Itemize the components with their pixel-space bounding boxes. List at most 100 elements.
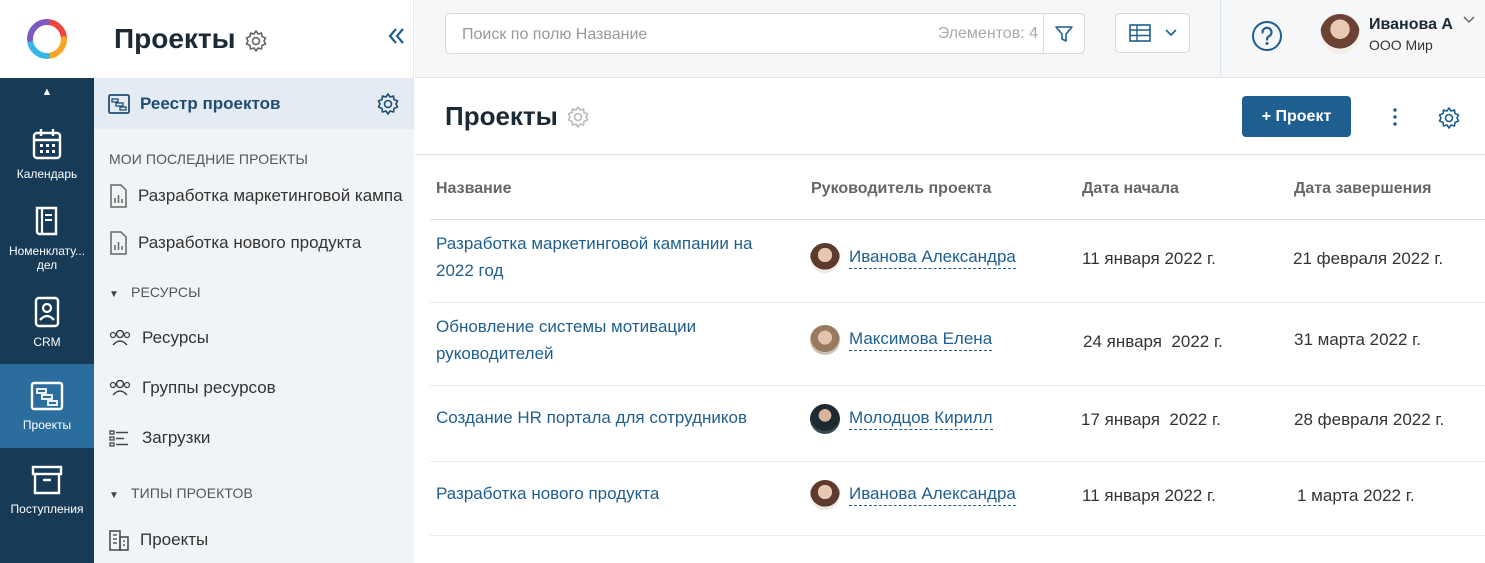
sidebar-item-label: Ресурсы xyxy=(142,328,210,347)
project-types-header[interactable]: ▼ ТИПЫ ПРОЕКТОВ xyxy=(109,485,253,501)
table-row[interactable]: Разработка нового продукта Иванова Алекс… xyxy=(430,462,1485,536)
recent-project-link[interactable]: Разработка маркетинговой кампа xyxy=(108,184,403,208)
sidebar-item-registry[interactable]: Реестр проектов xyxy=(94,78,414,129)
view-mode-button[interactable] xyxy=(1115,13,1190,53)
app-logo[interactable] xyxy=(0,0,94,78)
manager-link[interactable]: Молодцов Кирилл xyxy=(849,408,993,430)
filter-icon xyxy=(1055,25,1073,42)
collapse-panel-button[interactable] xyxy=(381,20,413,52)
manager-link[interactable]: Максимова Елена xyxy=(849,329,993,351)
project-name-link[interactable]: Создание HR портала для сотрудников xyxy=(436,404,776,431)
side-panel: Проекты Реестр проектов МОИ ПОСЛЕДНИЕ ПР… xyxy=(94,0,414,563)
project-types-header-label: ТИПЫ ПРОЕКТОВ xyxy=(131,485,253,501)
column-header-end[interactable]: Дата завершения xyxy=(1294,180,1431,198)
gear-icon[interactable] xyxy=(244,29,268,53)
sidebar-item-resource-groups[interactable]: Группы ресурсов xyxy=(108,378,276,398)
manager-link[interactable]: Иванова Александра xyxy=(849,247,1016,269)
rail-scroll-up-icon[interactable]: ▲ xyxy=(0,86,94,98)
registry-label: Реестр проектов xyxy=(140,93,281,113)
resources-header[interactable]: ▼ РЕСУРСЫ xyxy=(109,284,201,300)
side-title: Проекты xyxy=(114,23,236,54)
sidebar-item-workload[interactable]: Загрузки xyxy=(108,428,210,448)
start-date: 24 января 2022 г. xyxy=(1083,332,1223,351)
rail-item-nomenclature[interactable]: Номенклату... дел xyxy=(0,196,94,280)
registry-settings-icon[interactable] xyxy=(376,92,400,116)
sidebar-item-project-type[interactable]: Проекты xyxy=(108,529,208,551)
book-icon xyxy=(35,206,58,236)
rail-item-label: CRM xyxy=(33,335,61,349)
project-name-link[interactable]: Обновление системы мотивации руководител… xyxy=(436,313,776,367)
table-row[interactable]: Разработка маркетинговой кампании на 202… xyxy=(430,220,1485,303)
report-file-icon xyxy=(110,231,127,255)
crm-icon xyxy=(34,296,60,328)
avatar xyxy=(810,325,840,355)
building-icon xyxy=(109,530,129,551)
search-input[interactable]: Поиск по полю Название xyxy=(462,26,647,44)
recent-project-link[interactable]: Разработка нового продукта xyxy=(108,231,361,255)
project-name-link[interactable]: Разработка нового продукта xyxy=(436,480,776,507)
project-name-link[interactable]: Разработка маркетинговой кампании на 202… xyxy=(436,230,776,284)
avatar xyxy=(1320,14,1360,54)
report-file-icon xyxy=(110,184,127,208)
table-view-icon xyxy=(1128,24,1151,42)
column-header-name[interactable]: Название xyxy=(436,180,512,198)
user-name: Иванова А xyxy=(1369,15,1453,33)
help-icon[interactable] xyxy=(1251,20,1283,52)
workload-icon xyxy=(109,430,128,447)
recent-project-label: Разработка нового продукта xyxy=(138,233,362,252)
gear-icon[interactable] xyxy=(566,105,590,129)
recent-project-label: Разработка маркетинговой кампа xyxy=(138,186,403,205)
rail-item-crm[interactable]: CRM xyxy=(0,280,94,364)
more-vertical-icon[interactable] xyxy=(1387,106,1403,128)
avatar xyxy=(810,480,840,510)
recent-projects-header: МОИ ПОСЛЕДНИЕ ПРОЕКТЫ xyxy=(109,151,309,167)
manager-link[interactable]: Иванова Александра xyxy=(849,484,1016,506)
calendar-icon xyxy=(32,129,62,160)
search-field[interactable]: Поиск по полю Название Элементов: 4 xyxy=(445,13,1085,54)
rail-item-projects[interactable]: Проекты xyxy=(0,364,94,448)
rail-item-incoming[interactable]: Поступления xyxy=(0,448,94,532)
column-header-start[interactable]: Дата начала xyxy=(1082,180,1179,198)
user-org: ООО Мир xyxy=(1369,36,1433,53)
registry-icon xyxy=(108,93,130,114)
caret-down-icon: ▼ xyxy=(109,289,119,300)
main-header: Проекты + Проект xyxy=(415,79,1485,155)
end-date: 21 февраля 2022 г. xyxy=(1293,249,1444,268)
table-row[interactable]: Обновление системы мотивации руководител… xyxy=(430,303,1485,386)
rail-item-label: Поступления xyxy=(10,502,84,516)
table-row[interactable]: Создание HR портала для сотрудников Моло… xyxy=(430,386,1485,462)
end-date: 31 марта 2022 г. xyxy=(1294,330,1422,349)
rail-item-label: Проекты xyxy=(22,418,72,432)
sidebar-item-label: Загрузки xyxy=(142,428,211,447)
rail-item-label: Календарь xyxy=(16,167,78,181)
items-count: Элементов: 4 xyxy=(937,25,1038,42)
archive-icon xyxy=(31,465,63,495)
projects-icon xyxy=(30,381,64,411)
filter-button[interactable] xyxy=(1043,14,1084,53)
sidebar-item-label: Группы ресурсов xyxy=(142,378,276,397)
logo-icon xyxy=(27,19,67,59)
double-chevron-left-icon xyxy=(388,28,404,44)
sidebar-item-resources[interactable]: Ресурсы xyxy=(108,328,209,348)
add-project-button[interactable]: + Проект xyxy=(1242,96,1351,137)
end-date: 28 февраля 2022 г. xyxy=(1294,410,1445,429)
people-icon xyxy=(109,329,131,346)
settings-icon[interactable] xyxy=(1437,106,1461,130)
avatar xyxy=(810,243,840,273)
page-title: Проекты xyxy=(445,101,558,131)
start-date: 17 января 2022 г. xyxy=(1081,410,1221,429)
column-header-manager[interactable]: Руководитель проекта xyxy=(811,180,991,198)
caret-down-icon: ▼ xyxy=(109,490,119,501)
sidebar-item-label: Проекты xyxy=(140,530,209,549)
rail-item-calendar[interactable]: Календарь xyxy=(0,112,94,196)
chevron-down-icon xyxy=(1463,16,1475,24)
user-menu[interactable]: Иванова А ООО Мир xyxy=(1320,14,1475,54)
chevron-down-icon xyxy=(1164,29,1177,37)
start-date: 11 января 2022 г. xyxy=(1082,486,1216,505)
top-bar: Поиск по полю Название Элементов: 4 Иван… xyxy=(415,0,1485,78)
resources-header-label: РЕСУРСЫ xyxy=(131,284,201,300)
divider xyxy=(1220,0,1221,78)
start-date: 11 января 2022 г. xyxy=(1082,249,1216,268)
people-icon xyxy=(109,379,131,396)
end-date: 1 марта 2022 г. xyxy=(1297,486,1415,505)
